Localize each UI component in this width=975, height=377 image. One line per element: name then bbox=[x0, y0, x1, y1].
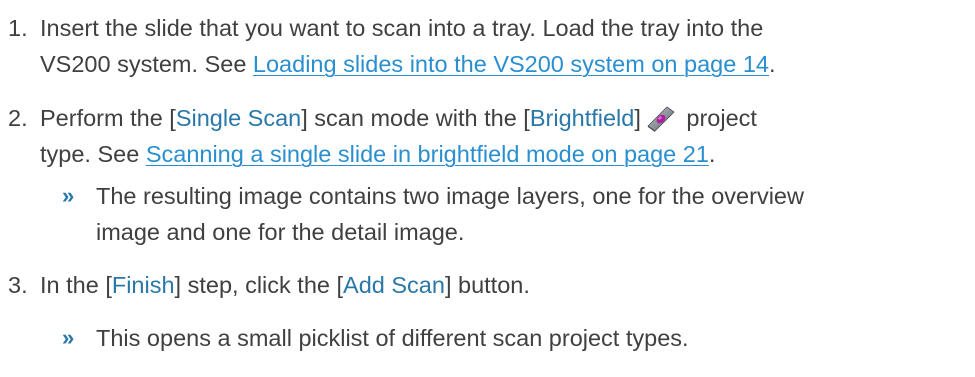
step-text: project bbox=[679, 105, 757, 131]
period: . bbox=[708, 141, 716, 167]
step-2-line-1: Perform the [Single Scan] scan mode with… bbox=[40, 100, 757, 136]
keyword-add-scan: Add Scan bbox=[343, 272, 445, 298]
step-3-line-1: In the [Finish] step, click the [Add Sca… bbox=[40, 267, 530, 303]
result-text: The resulting image contains two image l… bbox=[96, 183, 804, 209]
step-text: ] scan mode with the [ bbox=[301, 105, 530, 131]
result-line-2: image and one for the detail image. bbox=[96, 214, 464, 250]
result-line-1: This opens a small picklist of different… bbox=[96, 320, 689, 356]
step-number: 2. bbox=[8, 105, 28, 131]
bracket: ] bbox=[634, 105, 641, 131]
result-text: This opens a small picklist of different… bbox=[96, 325, 689, 351]
step-text: Perform the [ bbox=[40, 105, 176, 131]
step-text: type. See bbox=[40, 141, 146, 167]
step-text: ] step, click the [ bbox=[174, 272, 344, 298]
step-text: VS200 system. See bbox=[40, 51, 253, 77]
keyword-brightfield: Brightfield bbox=[529, 105, 635, 131]
brightfield-slide-icon bbox=[645, 104, 676, 132]
step-number: 1. bbox=[8, 15, 28, 41]
step-number: 3. bbox=[8, 272, 28, 298]
link-scanning-brightfield[interactable]: Scanning a single slide in brightfield m… bbox=[146, 141, 709, 167]
link-loading-slides[interactable]: Loading slides into the VS200 system on … bbox=[253, 51, 769, 77]
result-text: image and one for the detail image. bbox=[96, 219, 465, 245]
step-2-line-2: type. See Scanning a single slide in bri… bbox=[40, 136, 715, 172]
step-1-line-1: Insert the slide that you want to scan i… bbox=[40, 10, 763, 46]
step-text: In the [ bbox=[40, 272, 112, 298]
step-text: Insert the slide that you want to scan i… bbox=[40, 15, 764, 41]
step-1-line-2: VS200 system. See Loading slides into th… bbox=[40, 46, 776, 82]
keyword-finish: Finish bbox=[111, 272, 175, 298]
keyword-single-scan: Single Scan bbox=[175, 105, 302, 131]
period: . bbox=[768, 51, 776, 77]
result-line-1: The resulting image contains two image l… bbox=[96, 178, 804, 214]
result-marker: » bbox=[62, 183, 75, 208]
step-text: ] button. bbox=[444, 272, 530, 298]
result-marker: » bbox=[62, 325, 75, 350]
